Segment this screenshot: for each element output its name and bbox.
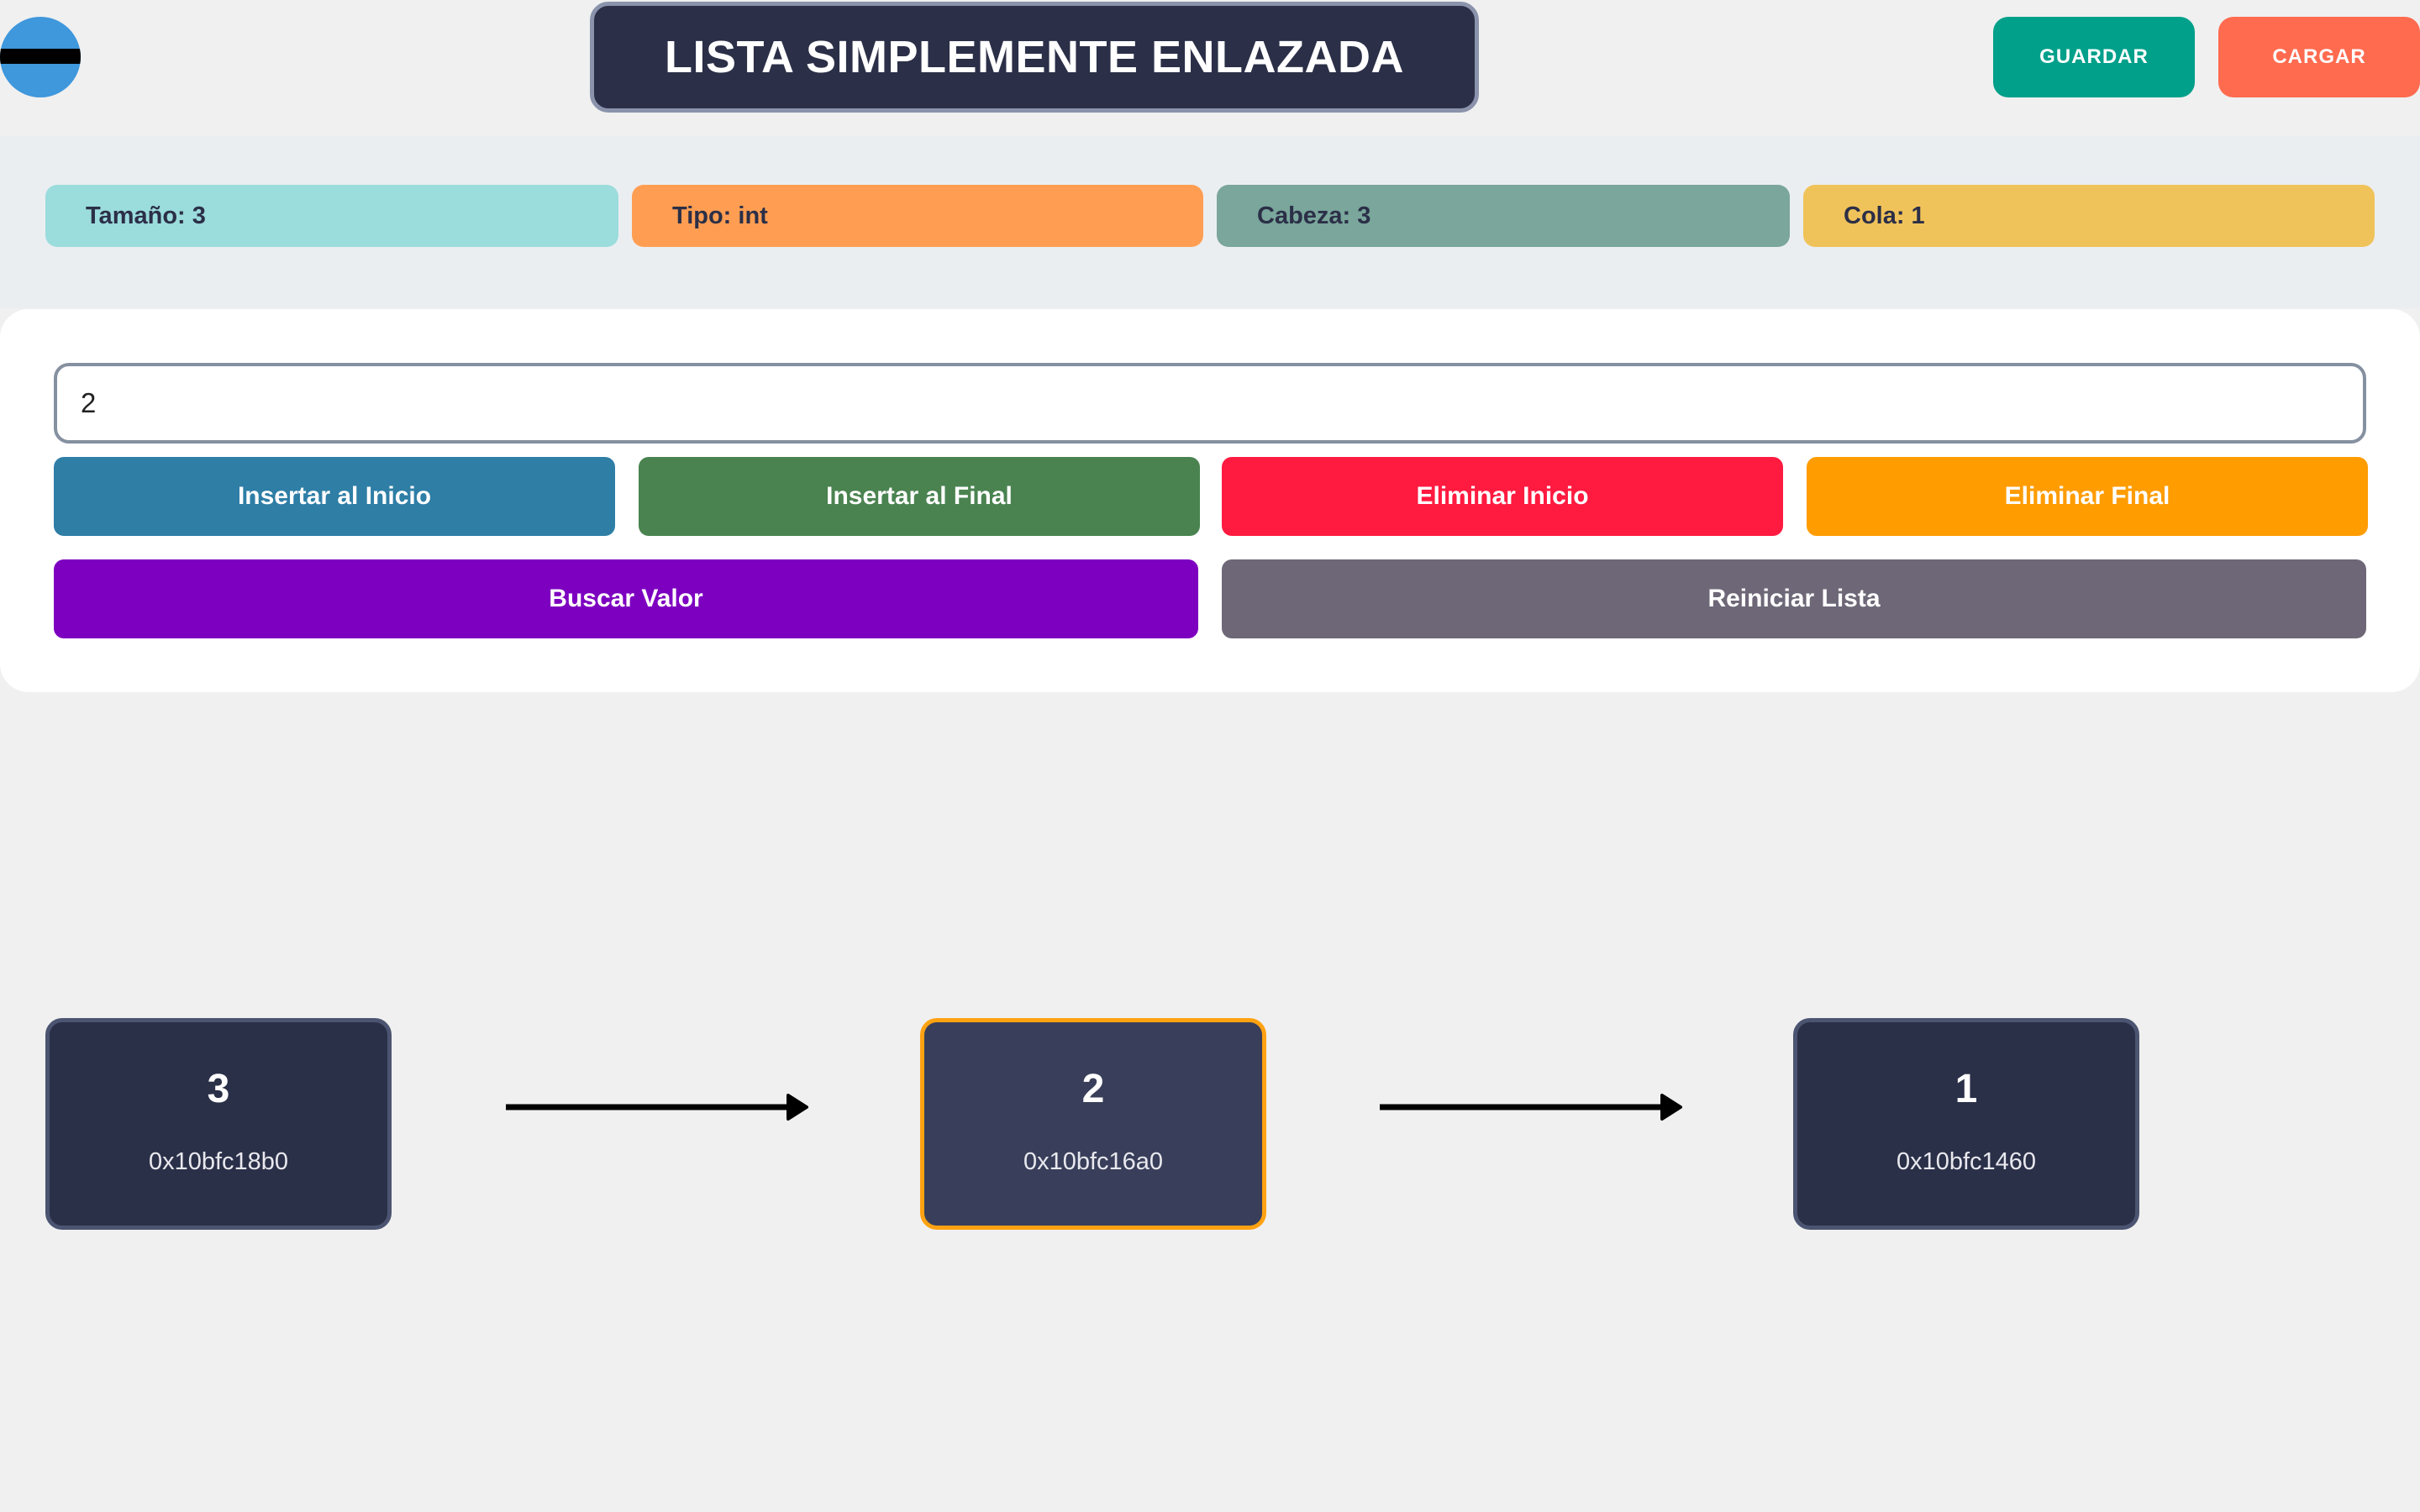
reset-list-button[interactable]: Reiniciar Lista xyxy=(1222,559,2366,638)
insert-end-button[interactable]: Insertar al Final xyxy=(639,457,1200,536)
logo-stripe xyxy=(0,49,81,64)
list-node: 3 0x10bfc18b0 xyxy=(45,1018,392,1230)
tail-badge: Cola: 1 xyxy=(1803,185,2375,247)
head-badge: Cabeza: 3 xyxy=(1217,185,1790,247)
right-arrow-icon xyxy=(1380,1094,1682,1121)
page-title: LISTA SIMPLEMENTE ENLAZADA xyxy=(590,2,1479,113)
delete-end-button[interactable]: Eliminar Final xyxy=(1807,457,2368,536)
list-node-highlighted: 2 0x10bfc16a0 xyxy=(920,1018,1266,1230)
load-button[interactable]: CARGAR xyxy=(2218,17,2420,97)
delete-start-button[interactable]: Eliminar Inicio xyxy=(1222,457,1783,536)
node-address: 0x10bfc1460 xyxy=(1896,1148,2037,1175)
type-badge: Tipo: int xyxy=(632,185,1203,247)
node-address: 0x10bfc16a0 xyxy=(1023,1148,1164,1175)
save-button[interactable]: GUARDAR xyxy=(1993,17,2195,97)
node-value: 3 xyxy=(207,1067,230,1111)
list-node: 1 0x10bfc1460 xyxy=(1793,1018,2139,1230)
right-arrow-icon xyxy=(506,1094,808,1121)
search-value-button[interactable]: Buscar Valor xyxy=(54,559,1198,638)
node-value: 1 xyxy=(1954,1067,1978,1111)
insert-start-button[interactable]: Insertar al Inicio xyxy=(54,457,615,536)
size-badge: Tamaño: 3 xyxy=(45,185,618,247)
node-value: 2 xyxy=(1081,1067,1105,1111)
value-input[interactable] xyxy=(54,363,2366,444)
app-logo-icon xyxy=(0,17,81,97)
node-address: 0x10bfc18b0 xyxy=(148,1148,289,1175)
